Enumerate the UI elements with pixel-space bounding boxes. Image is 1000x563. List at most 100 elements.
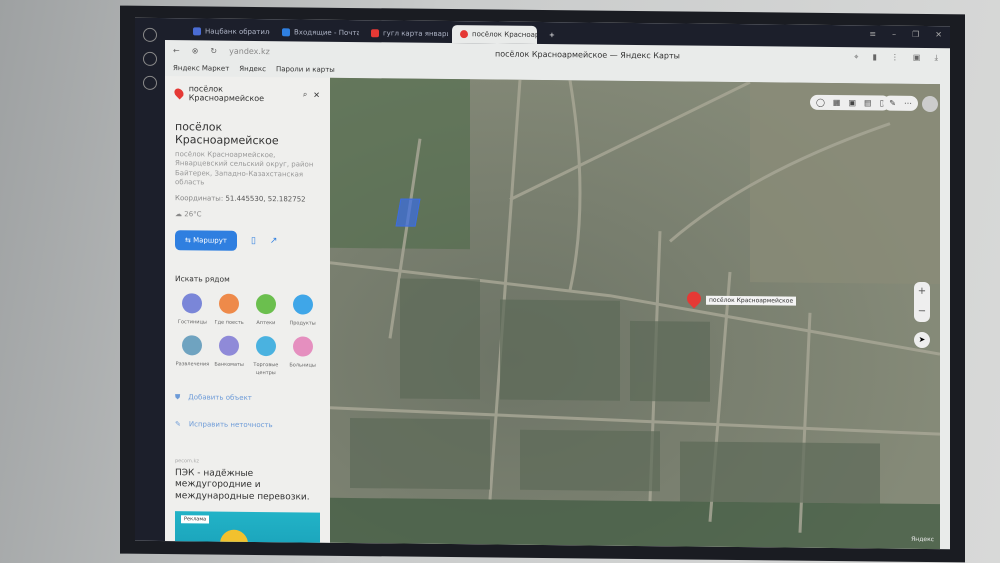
place-panel: посёлок Красноармейское ⌕ ✕ посёлок Крас… <box>165 76 330 550</box>
reload-icon[interactable]: ↻ <box>210 46 217 55</box>
coords-value[interactable]: 51.445530, 52.182752 <box>225 194 305 203</box>
map-pin-icon <box>460 30 468 39</box>
coordinates: Координаты: 51.445530, 52.182752 <box>175 194 320 204</box>
download-icon[interactable]: ⤓ <box>934 53 938 63</box>
back-icon[interactable]: ← <box>173 46 180 55</box>
category-icon <box>292 336 313 357</box>
zoom-out-button[interactable]: − <box>914 302 930 322</box>
category-icon <box>219 335 240 356</box>
category-label: Развлечения <box>175 360 210 368</box>
place-address: посёлок Красноармейское, Январцевский се… <box>175 150 314 187</box>
extensions-icon[interactable]: ▣ <box>913 53 921 63</box>
category-icon <box>219 293 240 314</box>
nearby-category[interactable]: Гостиницы <box>175 292 210 325</box>
tab[interactable]: Нацбанк обратился к ка <box>185 22 270 41</box>
category-icon <box>255 335 276 356</box>
map-layers-toolbar: ◯ ▦ ▣ ▤ ▯ <box>809 94 890 111</box>
traffic-icon[interactable]: ▣ <box>848 98 856 107</box>
attribution: Яндекс <box>911 535 934 544</box>
category-label: Торговые центры <box>253 361 279 376</box>
sidebar-icon[interactable] <box>143 27 157 42</box>
more-icon[interactable]: ⋮ <box>891 53 899 63</box>
nearby-title: Искать рядом <box>175 273 230 284</box>
ad-block[interactable]: pecom.kz ПЭК - надёжные междугородние и … <box>175 457 320 550</box>
category-icon <box>182 292 203 314</box>
search-box[interactable]: посёлок Красноармейское ⌕ ✕ <box>172 84 320 104</box>
category-label: Продукты <box>289 320 316 327</box>
zoom-in-button[interactable]: + <box>914 282 930 302</box>
zoom-control: + − <box>914 281 930 323</box>
new-tab-button[interactable]: + <box>541 26 557 44</box>
category-icon <box>182 334 203 356</box>
category-icon <box>255 293 276 314</box>
fix-error-label: Исправить неточность <box>188 420 273 429</box>
map-tools: ✎ ⋯ <box>883 95 918 111</box>
category-label: Больницы <box>289 362 316 369</box>
maximize-icon[interactable]: ❐ <box>912 30 919 39</box>
bookmark[interactable]: Яндекс Маркет <box>173 64 229 73</box>
url-field[interactable]: yandex.kz <box>229 46 270 55</box>
category-label: Банкоматы <box>214 361 244 368</box>
compass-icon[interactable]: ➤ <box>914 331 930 349</box>
nearby-categories: Гостиницы Где поесть Аптеки Продукты Развлеч… <box>175 292 320 377</box>
transit-icon[interactable]: ▤ <box>864 98 872 107</box>
tab-active[interactable]: посёлок Красноармейск <box>452 25 537 44</box>
satellite-map[interactable]: ◯ ▦ ▣ ▤ ▯ ✎ ⋯ посёлок Красноармейское + − ➤ Ян… <box>330 77 940 550</box>
ad-text: ПЭК - надёжные междугородние и междунаро… <box>175 467 310 503</box>
temperature-value: 26°C <box>184 209 202 219</box>
bookmark-icon[interactable]: ▯ <box>251 236 256 246</box>
search-icon[interactable]: ⌕ <box>303 89 307 99</box>
bookmark[interactable]: Яндекс <box>239 65 266 73</box>
nearby-category[interactable]: Развлечения <box>175 334 210 375</box>
category-icon <box>292 294 313 315</box>
map-pin-icon <box>172 86 186 100</box>
favicon-icon <box>193 27 201 36</box>
avatar[interactable] <box>922 95 938 113</box>
nearby-category[interactable]: Банкоматы <box>212 335 247 375</box>
nearby-category[interactable]: Торговые центры <box>249 335 284 376</box>
stop-icon[interactable]: ⊗ <box>192 46 199 55</box>
nearby-category[interactable]: Больницы <box>285 336 320 376</box>
close-icon[interactable]: ✕ <box>935 30 942 39</box>
temperature: ☁ 26°C <box>175 209 202 219</box>
share-icon[interactable]: ↗ <box>270 236 278 246</box>
ad-badge: Реклама <box>181 515 210 524</box>
bookmark-icon[interactable]: ▮ <box>872 52 876 62</box>
nearby-category[interactable]: Где поесть <box>212 293 247 326</box>
browser-window: Нацбанк обратился к ка Входящие - Почта … <box>135 17 950 550</box>
tab[interactable]: Входящие - Почта Mail.ru <box>274 23 359 42</box>
ruler-icon[interactable]: ✎ <box>889 99 896 108</box>
close-icon[interactable]: ✕ <box>313 90 320 99</box>
tab-label: Нацбанк обратился к ка <box>205 27 270 37</box>
shield-icon: ⛊ <box>175 392 181 401</box>
panorama-icon[interactable]: ▦ <box>833 98 841 107</box>
map-pin-label[interactable]: посёлок Красноармейское <box>706 295 797 306</box>
map-imagery <box>330 77 940 550</box>
menu-icon[interactable]: ≡ <box>869 29 876 38</box>
nearby-category[interactable]: Продукты <box>285 294 320 326</box>
coords-label: Координаты: <box>175 193 224 203</box>
browser-sidebar <box>135 17 165 542</box>
search-input[interactable]: посёлок Красноармейское <box>189 84 297 103</box>
more-icon[interactable]: ⋯ <box>904 99 912 108</box>
tab[interactable]: гугл карта январцевский <box>363 24 448 43</box>
sidebar-icon[interactable] <box>143 51 157 66</box>
fix-error-link[interactable]: ✎ Исправить неточность <box>175 420 320 430</box>
window-controls: ≡ – ❐ ✕ <box>869 29 942 39</box>
nearby-category[interactable]: Аптеки <box>249 293 284 326</box>
ad-source: pecom.kz <box>175 457 200 465</box>
route-label: Маршрут <box>193 236 227 245</box>
tab-label: Входящие - Почта Mail.ru <box>294 28 359 38</box>
location-icon[interactable]: ⌖ <box>854 52 859 62</box>
minimize-icon[interactable]: – <box>892 30 896 39</box>
sidebar-icon[interactable] <box>143 75 157 90</box>
category-label: Аптеки <box>256 319 276 326</box>
tab-label: гугл карта январцевский <box>383 29 448 39</box>
layers-icon[interactable]: ◯ <box>816 98 825 107</box>
route-button[interactable]: ⇆ Маршрут <box>175 229 237 251</box>
page-title: посёлок Красноармейское — Яндекс Карты <box>495 49 680 60</box>
add-object-link[interactable]: ⛊ Добавить объект <box>175 393 320 404</box>
pencil-icon: ✎ <box>175 419 181 428</box>
bookmark[interactable]: Пароли и карты <box>276 65 335 74</box>
yandex-icon <box>371 29 379 38</box>
